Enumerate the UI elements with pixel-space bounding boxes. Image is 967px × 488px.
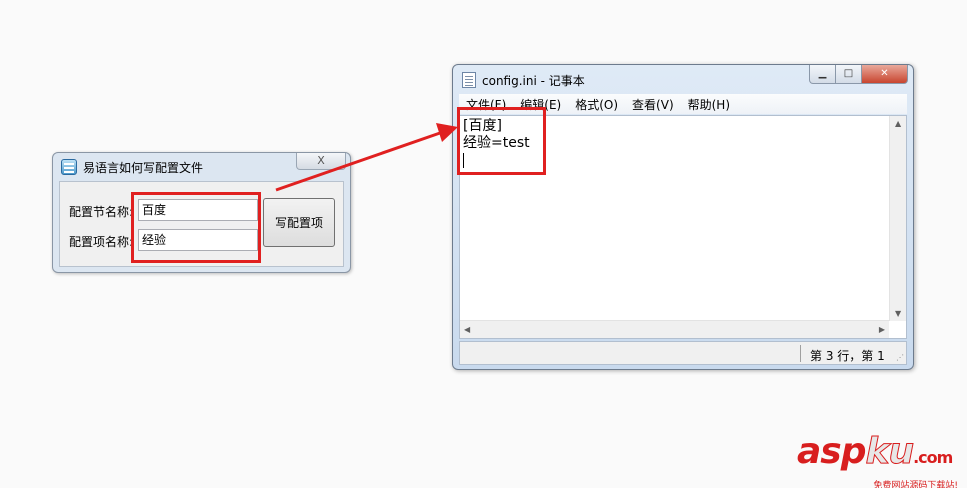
close-icon[interactable]: X (296, 153, 346, 170)
notepad-icon (462, 72, 476, 88)
watermark-logo: aspku.com 免费网站源码下载站! (797, 431, 962, 488)
scroll-left-icon[interactable]: ◀ (464, 325, 470, 334)
horizontal-scrollbar[interactable]: ◀ ▶ (460, 320, 889, 338)
status-divider (800, 345, 801, 362)
item-name-label: 配置项名称: (69, 235, 134, 249)
app-icon (61, 159, 77, 175)
resize-grip-icon[interactable]: ⋰ (896, 353, 904, 362)
watermark-brand-a: asp (797, 431, 866, 472)
cursor-position: 第 3 行，第 1 (810, 349, 885, 363)
menu-help[interactable]: 帮助(H) (681, 96, 737, 113)
status-bar: 第 3 行，第 1 ⋰ (459, 341, 907, 365)
section-name-label: 配置节名称: (69, 205, 134, 219)
highlight-box-content (457, 107, 546, 175)
minimize-icon[interactable]: ▁ (809, 65, 836, 84)
dialog-title: 易语言如何写配置文件 (83, 161, 204, 175)
close-icon[interactable]: ✕ (862, 65, 908, 84)
scroll-down-icon[interactable]: ▼ (895, 309, 901, 318)
watermark-brand-c: .com (913, 448, 953, 467)
maximize-icon[interactable]: □ (836, 65, 862, 84)
scroll-up-icon[interactable]: ▲ (895, 119, 901, 128)
write-config-button[interactable]: 写配置项 (263, 198, 335, 247)
highlight-box-inputs (131, 192, 261, 263)
watermark-brand-b: ku (865, 431, 915, 472)
dialog-titlebar[interactable]: 易语言如何写配置文件 X (53, 153, 350, 180)
notepad-title: config.ini - 记事本 (482, 74, 585, 88)
vertical-scrollbar[interactable]: ▲ ▼ (889, 116, 906, 321)
scroll-right-icon[interactable]: ▶ (879, 325, 885, 334)
watermark-tagline: 免费网站源码下载站! (873, 481, 958, 488)
menu-view[interactable]: 查看(V) (625, 96, 681, 113)
window-controls: ▁ □ ✕ (809, 65, 908, 84)
menu-format[interactable]: 格式(O) (568, 96, 625, 113)
